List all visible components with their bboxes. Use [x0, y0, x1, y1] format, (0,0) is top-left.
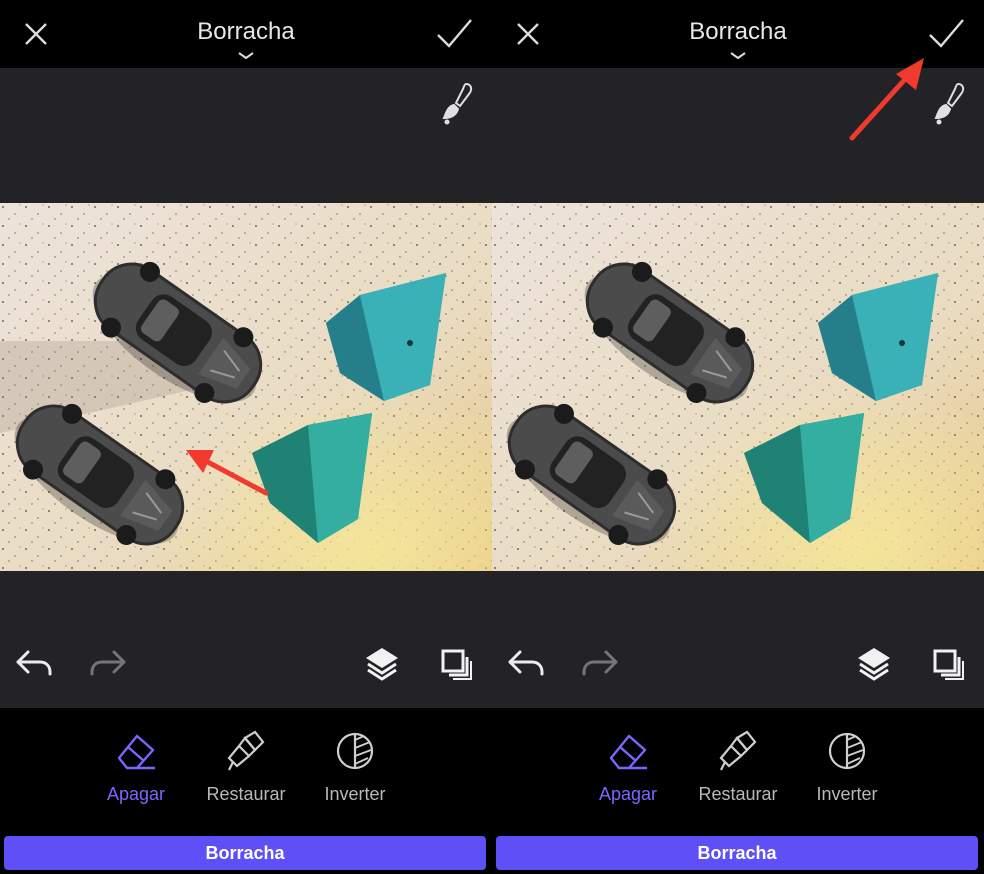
- photo-layer[interactable]: [0, 203, 492, 571]
- paintbrush-icon: [227, 730, 265, 771]
- tool-restaurar-label: Restaurar: [206, 784, 286, 804]
- chevron-down-icon[interactable]: [730, 52, 746, 60]
- tool-restaurar[interactable]: Restaurar: [191, 728, 301, 805]
- tool-apagar[interactable]: Apagar: [81, 728, 191, 805]
- tool-apagar[interactable]: Apagar: [573, 728, 683, 805]
- checkmark-icon[interactable]: [434, 14, 474, 54]
- tool-inverter-label: Inverter: [324, 784, 386, 804]
- mode-button-borracha[interactable]: Borracha: [496, 836, 978, 870]
- undo-icon[interactable]: [14, 646, 54, 682]
- paintbrush-icon: [719, 730, 757, 771]
- tool-selector: Apagar Restaurar Inverter: [0, 708, 492, 834]
- brush-settings-icon[interactable]: [438, 80, 478, 126]
- tool-selector: Apagar Restaurar Inverter: [492, 708, 984, 834]
- eraser-icon: [117, 734, 155, 770]
- photo-layer[interactable]: [492, 203, 984, 571]
- top-bar: Borracha: [0, 0, 492, 68]
- duplicate-icon[interactable]: [932, 648, 966, 682]
- eraser-icon: [609, 734, 647, 770]
- editor-panel-before: Borracha Apagar Restaurar Inverter Borra…: [0, 0, 492, 874]
- redo-icon[interactable]: [88, 646, 128, 682]
- duplicate-icon[interactable]: [440, 648, 474, 682]
- chevron-down-icon[interactable]: [238, 52, 254, 60]
- mode-button-borracha[interactable]: Borracha: [4, 836, 486, 870]
- screen-title[interactable]: Borracha: [0, 18, 492, 46]
- editing-canvas: [492, 68, 984, 708]
- redo-icon[interactable]: [580, 646, 620, 682]
- tool-restaurar-label: Restaurar: [698, 784, 778, 804]
- invert-icon: [336, 732, 374, 770]
- checkmark-icon[interactable]: [926, 14, 966, 54]
- tool-apagar-label: Apagar: [106, 784, 166, 804]
- tool-inverter[interactable]: Inverter: [792, 728, 902, 805]
- invert-icon: [828, 732, 866, 770]
- editor-panel-after: Borracha Apagar Restaurar Inverter Borra…: [492, 0, 984, 874]
- screen-title[interactable]: Borracha: [492, 18, 984, 46]
- brush-settings-icon[interactable]: [930, 80, 970, 126]
- tool-restaurar[interactable]: Restaurar: [683, 728, 793, 805]
- annotation-arrow: [849, 58, 924, 141]
- editing-canvas: [0, 68, 492, 708]
- tool-inverter[interactable]: Inverter: [300, 728, 410, 805]
- undo-icon[interactable]: [506, 646, 546, 682]
- tool-apagar-label: Apagar: [598, 784, 658, 804]
- layers-icon[interactable]: [362, 644, 402, 684]
- layers-icon[interactable]: [854, 644, 894, 684]
- tool-inverter-label: Inverter: [816, 784, 878, 804]
